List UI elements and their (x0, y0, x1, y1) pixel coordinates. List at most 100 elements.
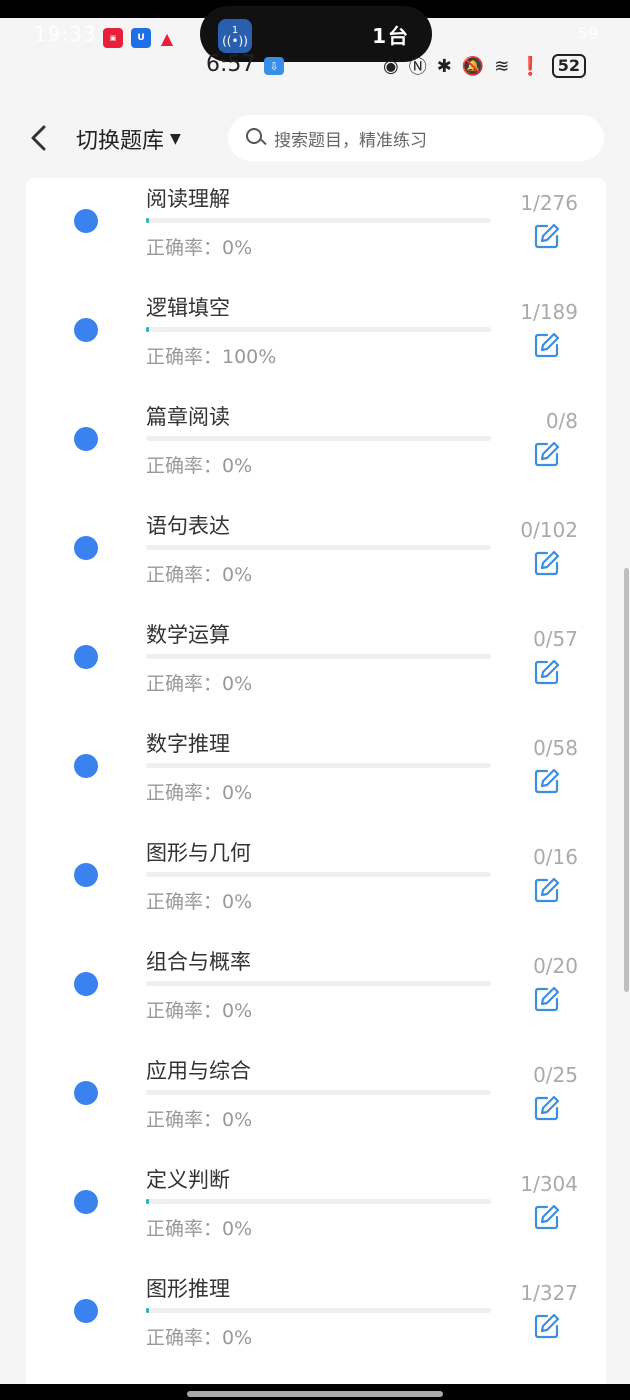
question-count: 1/304 (520, 1172, 578, 1196)
broadcast-icon: 1 ((•)) (218, 19, 252, 53)
progress-track (146, 981, 491, 986)
edit-icon[interactable] (534, 877, 560, 903)
eye-icon: ◉ (382, 55, 399, 77)
item-title: 逻辑填空 (146, 296, 230, 320)
accuracy-text: 正确率：100% (146, 346, 277, 368)
chevron-left-icon (31, 125, 46, 151)
progress-track (146, 1199, 491, 1204)
question-count: 1/327 (520, 1281, 578, 1305)
accuracy-text: 正确率：0% (146, 782, 253, 804)
accuracy-text: 正确率：0% (146, 1000, 253, 1022)
progress-fill (146, 1199, 150, 1204)
list-item[interactable]: 语句表达正确率：0% 0/102 (26, 505, 606, 614)
progress-track (146, 1308, 491, 1313)
item-title: 数字推理 (146, 732, 230, 756)
question-count: 0/25 (533, 1063, 578, 1087)
progress-track (146, 1090, 491, 1095)
switch-label: 切换题库 (76, 129, 165, 154)
switch-question-bank-button[interactable]: 切换题库 ▼ (76, 123, 181, 155)
question-count: 1/189 (520, 300, 578, 324)
dot-icon (74, 536, 98, 560)
edit-icon[interactable] (534, 1313, 560, 1339)
search-placeholder: 搜索题目，精准练习 (274, 130, 427, 151)
item-title: 篇章阅读 (146, 405, 230, 429)
edit-icon[interactable] (534, 441, 560, 467)
progress-track (146, 218, 491, 223)
progress-fill (146, 327, 150, 332)
progress-fill (146, 1308, 150, 1313)
accuracy-text: 正确率：0% (146, 891, 253, 913)
app-badge-icon: ⇩ (264, 57, 284, 75)
nfc-icon: Ⓝ (408, 57, 427, 78)
item-title: 图形与几何 (146, 841, 251, 865)
list-item[interactable]: 数字推理正确率：0% 0/58 (26, 723, 606, 832)
item-title: 数学运算 (146, 623, 230, 647)
edit-icon[interactable] (534, 986, 560, 1012)
edit-icon[interactable] (534, 768, 560, 794)
pill-text: 1台 (372, 24, 410, 48)
dot-icon (74, 427, 98, 451)
search-input[interactable]: 搜索题目，精准练习 (228, 115, 604, 161)
bluetooth-icon: ✱ (436, 55, 452, 77)
clock: 6:57 (206, 52, 256, 77)
progress-track (146, 327, 491, 332)
dot-icon (74, 1299, 98, 1323)
edit-icon[interactable] (534, 332, 560, 358)
dot-icon (74, 754, 98, 778)
app-notification-icon: ▣ (103, 28, 123, 48)
question-count: 0/8 (545, 409, 578, 433)
accuracy-text: 正确率：0% (146, 1327, 253, 1349)
question-count: 1/276 (520, 191, 578, 215)
wifi-icon: ≋ (494, 55, 510, 77)
search-icon (246, 128, 267, 148)
category-list: 阅读理解 正确率：0% 1/276 逻辑填空 正确率：100% 1/189 篇章阅读 正确率：… (26, 178, 606, 1388)
list-item[interactable]: 阅读理解 正确率：0% 1/276 (26, 178, 606, 287)
edit-icon[interactable] (534, 550, 560, 576)
home-indicator[interactable] (187, 1391, 443, 1397)
question-count: 0/57 (533, 627, 578, 651)
caret-down-icon: ▼ (170, 131, 181, 147)
item-title: 定义判断 (146, 1168, 230, 1192)
dot-icon (74, 318, 98, 342)
item-title: 图形推理 (146, 1277, 230, 1301)
list-item[interactable]: 逻辑填空正确率：100% 1/189 (26, 287, 606, 396)
accuracy-text: 正确率：0% (146, 455, 253, 477)
accuracy-text: 正确率：0% (146, 564, 253, 586)
question-count: 0/58 (533, 736, 578, 760)
dot-icon (74, 1190, 98, 1214)
progress-track (146, 872, 491, 877)
progress-track (146, 436, 491, 441)
accuracy-text: 正确率：0% (146, 673, 253, 695)
scrollbar[interactable] (624, 568, 629, 992)
list-item[interactable]: 数学运算正确率：0% 0/57 (26, 614, 606, 723)
dot-icon (74, 863, 98, 887)
edit-icon[interactable] (534, 223, 560, 249)
edit-icon[interactable] (534, 1204, 560, 1230)
list-item[interactable]: 应用与综合 正确率：0% 0/25 (26, 1050, 606, 1159)
accuracy-text: 正确率：0% (146, 237, 253, 259)
back-button[interactable] (22, 119, 56, 157)
list-item[interactable]: 图形推理正确率：0% 1/327 (26, 1268, 606, 1377)
battery-icon: 52 (551, 54, 586, 78)
question-count: 0/16 (533, 845, 578, 869)
question-count: 0/102 (520, 518, 578, 542)
dot-icon (74, 1081, 98, 1105)
list-item[interactable]: 图形与几何正确率：0% 0/16 (26, 832, 606, 941)
item-title: 语句表达 (146, 514, 230, 538)
dot-icon (74, 209, 98, 233)
progress-track (146, 654, 491, 659)
progress-track (146, 763, 491, 768)
item-title: 应用与综合 (146, 1059, 251, 1083)
list-item[interactable]: 组合与概率正确率：0% 0/20 (26, 941, 606, 1050)
question-count: 0/20 (533, 954, 578, 978)
edit-icon[interactable] (534, 1095, 560, 1121)
ghost-time: 19:33 (34, 22, 97, 46)
list-item[interactable]: 篇章阅读正确率：0% 0/8 (26, 396, 606, 505)
list-item[interactable]: 定义判断 正确率：0% 1/304 (26, 1159, 606, 1268)
triangle-app-icon: ▲ (160, 28, 174, 48)
phone-screen: 19:33 ▣ U ▲ 59 1 ((•)) 1台 6:57 ⇩ ◉ Ⓝ ✱ 🔕… (0, 0, 630, 1400)
u-app-icon: U (131, 28, 151, 48)
edit-icon[interactable] (534, 659, 560, 685)
progress-fill (146, 218, 150, 223)
item-title: 组合与概率 (146, 950, 251, 974)
